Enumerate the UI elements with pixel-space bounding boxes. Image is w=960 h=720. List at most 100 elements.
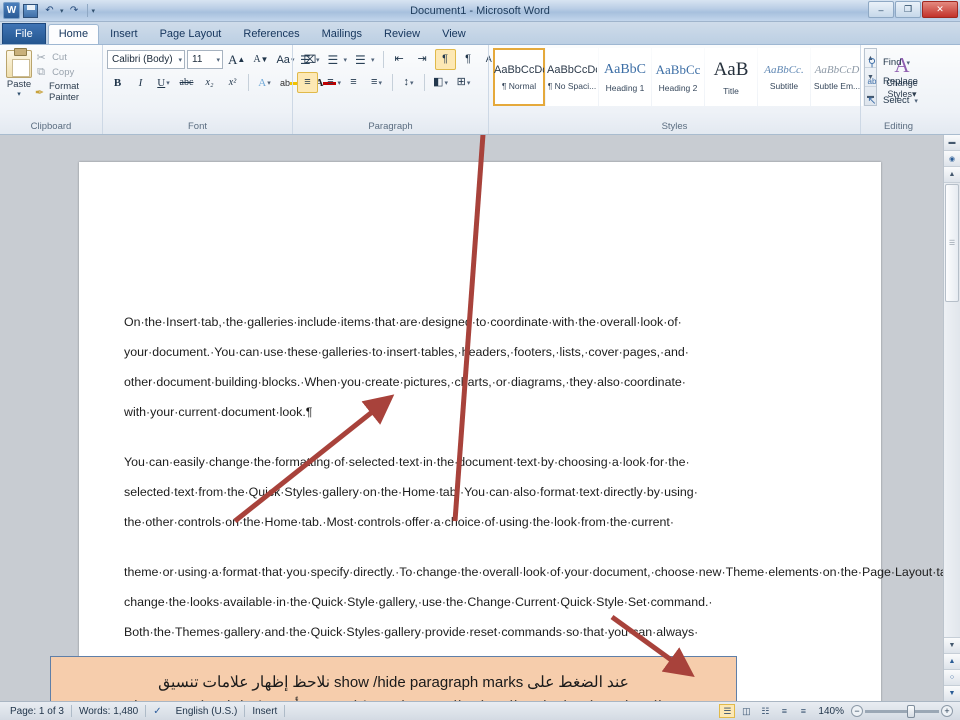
window-controls: – ❐ ✕ (868, 1, 958, 18)
style-heading-1[interactable]: AaBbC Heading 1 (599, 48, 651, 106)
tab-insert[interactable]: Insert (99, 24, 149, 44)
shrink-font-button[interactable]: A ▼ (250, 49, 271, 70)
tab-review[interactable]: Review (373, 24, 431, 44)
copy-button[interactable]: ⧉ Copy (34, 66, 98, 79)
restore-button[interactable]: ❐ (895, 1, 921, 18)
ribbon-tab-strip: File Home Insert Page Layout References … (0, 22, 960, 45)
tab-mailings[interactable]: Mailings (311, 24, 373, 44)
view-outline-icon[interactable]: ≡ (776, 704, 792, 718)
vertical-scrollbar[interactable]: ▬ ◉ ▲ ☰ ▼ ▲ ○ ▼ (943, 135, 960, 701)
shading-button[interactable]: ◧ ▾ (430, 72, 451, 93)
copy-icon: ⧉ (37, 66, 45, 78)
align-right-button[interactable]: ≡ (343, 72, 364, 93)
language-indicator[interactable]: English (U.S.) (169, 706, 245, 717)
insert-mode-indicator[interactable]: Insert (245, 706, 284, 717)
ribbon: Paste ▾ ✂ Cut ⧉ Copy ✒ Format Painter Cl… (0, 45, 960, 135)
zoom-level[interactable]: 140% (814, 706, 848, 717)
styles-group-label: Styles (661, 121, 688, 132)
font-name-combo[interactable]: Calibri (Body) ▾ (107, 50, 185, 69)
underline-button[interactable]: U ▾ (153, 72, 174, 93)
view-web-layout-icon[interactable]: ☷ (757, 704, 773, 718)
view-draft-icon[interactable]: ≡ (795, 704, 811, 718)
document-text[interactable]: On·the·Insert·tab,·the·galleries·include… (79, 162, 960, 697)
line-spacing-button[interactable]: ↕ ▾ (398, 72, 419, 93)
ltr-text-direction-button[interactable]: ¶ (434, 49, 456, 70)
paste-icon (6, 48, 33, 78)
rtl-text-direction-button[interactable]: ¶ (458, 49, 479, 70)
previous-page-icon[interactable]: ▲ (944, 653, 960, 669)
font-name-dropdown-icon[interactable]: ▾ (175, 56, 182, 64)
borders-button[interactable]: ⊞ ▾ (453, 72, 474, 93)
tab-home[interactable]: Home (47, 24, 100, 44)
status-bar: Page: 1 of 3 Words: 1,480 ✓ English (U.S… (0, 701, 960, 720)
view-print-layout-icon[interactable]: ☰ (719, 704, 736, 718)
strikethrough-button[interactable]: abc (176, 72, 197, 93)
ribbon-group-styles: AaBbCcDc ¶ Normal AaBbCcDc ¶ No Spaci...… (488, 45, 918, 134)
italic-button[interactable]: I (130, 72, 151, 93)
minimize-button[interactable]: – (868, 1, 894, 18)
document-page[interactable]: On·the·Insert·tab,·the·galleries·include… (79, 162, 960, 701)
callout-line-1-latin: show /hide paragraph marks (333, 673, 524, 691)
superscript-button[interactable]: x² (222, 72, 243, 93)
paste-dropdown-icon[interactable]: ▾ (17, 90, 21, 98)
replace-button[interactable]: ab Replace (865, 72, 918, 91)
close-button[interactable]: ✕ (922, 1, 958, 18)
find-button[interactable]: ⚲ Find ▾ (865, 53, 910, 72)
font-size-combo[interactable]: 11 ▾ (187, 50, 223, 69)
replace-label: Replace (883, 76, 918, 87)
decrease-indent-button[interactable]: ⇤ (389, 49, 410, 70)
align-left-button[interactable]: ≡ (297, 72, 318, 93)
browse-object-icon[interactable]: ○ (944, 669, 960, 685)
grow-font-button[interactable]: A ▲ (225, 49, 248, 70)
paragraph-divider-2 (392, 74, 393, 91)
justify-button[interactable]: ≡ ▾ (366, 72, 387, 93)
style-no-spacing[interactable]: AaBbCcDc ¶ No Spaci... (546, 48, 598, 106)
scroll-up-icon[interactable]: ▲ (944, 167, 960, 183)
select-label: Select (883, 95, 910, 106)
word-count[interactable]: Words: 1,480 (72, 706, 145, 717)
bullets-button[interactable]: ☰ ▾ (297, 49, 323, 70)
spelling-check-icon[interactable]: ✓ (146, 706, 168, 717)
style-title[interactable]: AaB Title (705, 48, 757, 106)
style-subtitle[interactable]: AaBbCc. Subtitle (758, 48, 810, 106)
ribbon-group-clipboard: Paste ▾ ✂ Cut ⧉ Copy ✒ Format Painter Cl… (0, 45, 102, 134)
zoom-out-button[interactable]: − (851, 705, 863, 717)
style-name: Title (723, 85, 739, 96)
tab-page-layout[interactable]: Page Layout (149, 24, 233, 44)
style-normal[interactable]: AaBbCcDc ¶ Normal (493, 48, 545, 106)
subscript-button[interactable]: x₂ (199, 72, 220, 93)
zoom-track[interactable] (865, 704, 939, 718)
page-indicator[interactable]: Page: 1 of 3 (3, 706, 71, 717)
style-subtle-emphasis[interactable]: AaBbCcD Subtle Em... (811, 48, 863, 106)
font-size-dropdown-icon[interactable]: ▾ (213, 56, 220, 64)
format-painter-label: Format Painter (48, 81, 80, 103)
zoom-thumb[interactable] (907, 704, 915, 718)
paste-button[interactable]: Paste ▾ (4, 48, 34, 98)
bold-button[interactable]: B (107, 72, 128, 93)
multilevel-list-button[interactable]: ☰ ▾ (352, 49, 378, 70)
split-bar-icon[interactable]: ▬ (944, 135, 960, 151)
title-bar: W ↶ ▾ ↷ ▾ Document1 - Microsoft Word – ❐… (0, 0, 960, 22)
scroll-down-icon[interactable]: ▼ (944, 637, 960, 653)
style-name: Heading 2 (658, 82, 698, 93)
text-effects-button[interactable]: A ▾ (254, 72, 275, 93)
paragraph-divider-3 (424, 74, 425, 91)
align-center-button[interactable]: ≡ (320, 72, 341, 93)
tab-view[interactable]: View (431, 24, 477, 44)
increase-indent-button[interactable]: ⇥ (412, 49, 433, 70)
cut-button[interactable]: ✂ Cut (34, 51, 98, 64)
next-page-icon[interactable]: ▼ (944, 685, 960, 701)
tab-file[interactable]: File (2, 23, 46, 44)
word-application-window: W ↶ ▾ ↷ ▾ Document1 - Microsoft Word – ❐… (0, 0, 960, 720)
select-button[interactable]: ↖ Select ▾ (865, 91, 918, 110)
zoom-in-button[interactable]: + (941, 705, 953, 717)
scrollbar-track[interactable] (944, 302, 960, 637)
view-full-screen-reading-icon[interactable]: ◫ (738, 704, 754, 718)
scrollbar-thumb[interactable]: ☰ (945, 184, 959, 302)
style-heading-2[interactable]: AaBbCc Heading 2 (652, 48, 704, 106)
zoom-slider[interactable]: − + (851, 704, 953, 718)
format-painter-button[interactable]: ✒ Format Painter (34, 81, 98, 103)
numbering-button[interactable]: ☰ ▾ (325, 49, 351, 70)
select-browse-object-icon[interactable]: ◉ (944, 151, 960, 167)
tab-references[interactable]: References (232, 24, 310, 44)
